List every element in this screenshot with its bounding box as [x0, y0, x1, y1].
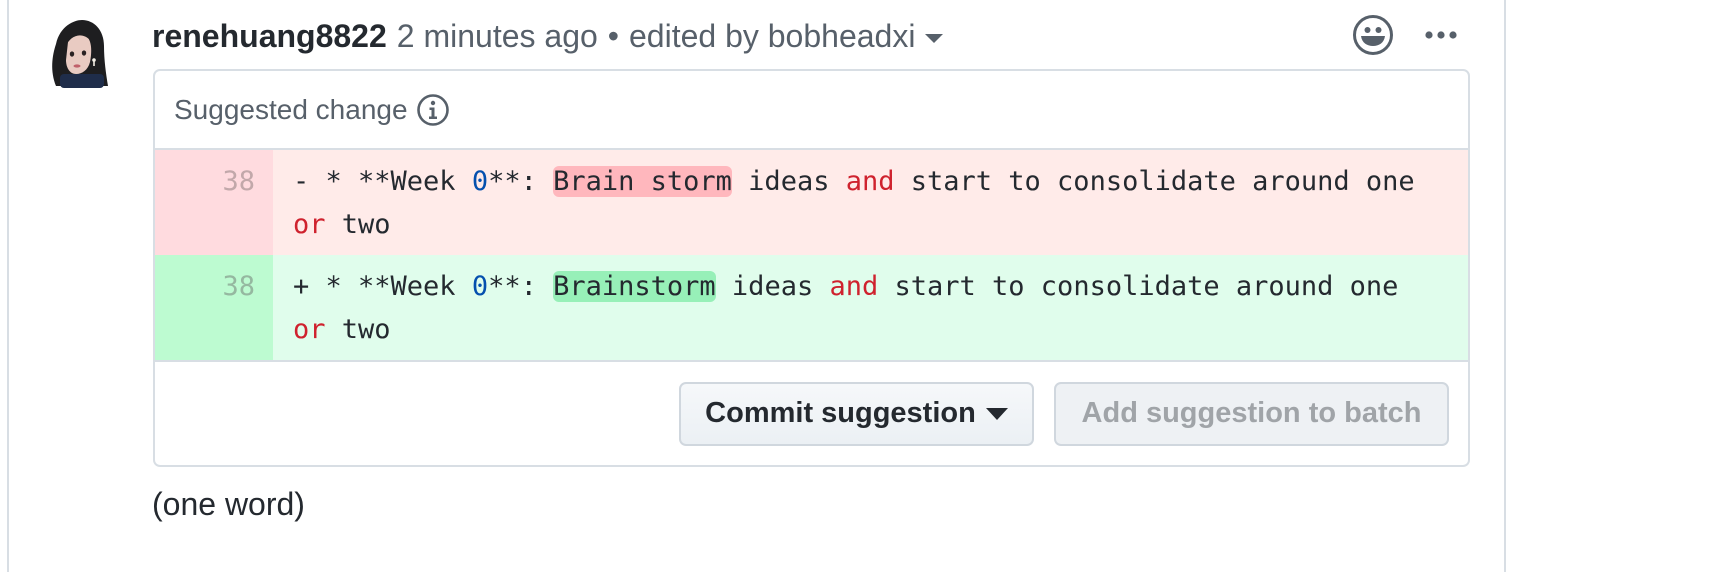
code-keyword: or — [293, 314, 326, 345]
suggested-change-box: Suggested change 38 - * **Week 0**: Brai… — [153, 69, 1470, 467]
line-number[interactable]: 38 — [155, 150, 273, 255]
edited-by-dropdown[interactable]: edited by bobheadxi — [628, 17, 944, 55]
code-text: start to consolidate around one — [878, 271, 1415, 302]
deleted-word-highlight: Brain storm — [553, 166, 732, 197]
add-reaction-button[interactable] — [1350, 12, 1396, 58]
add-to-batch-label: Add suggestion to batch — [1081, 397, 1422, 429]
code-text: two — [325, 209, 391, 240]
comment-header: renehuang8822 2 minutes ago • edited by … — [152, 14, 944, 58]
code-text: + * **Week — [293, 271, 472, 302]
code-number-token: 0 — [471, 271, 489, 302]
code-keyword: and — [845, 166, 895, 197]
commit-suggestion-label: Commit suggestion — [705, 397, 976, 429]
edited-by-label: edited by bobheadxi — [628, 17, 916, 54]
code-text: ideas — [731, 166, 846, 197]
timeline-border-left — [7, 0, 9, 572]
code-text: start to consolidate around one — [894, 166, 1431, 197]
added-word-highlight: Brainstorm — [553, 271, 716, 302]
code-text: two — [325, 314, 391, 345]
comment-timestamp[interactable]: 2 minutes ago — [397, 18, 598, 55]
line-number[interactable]: 38 — [155, 255, 273, 360]
suggested-change-title: Suggested change — [174, 93, 408, 125]
code-number-token: 0 — [471, 166, 489, 197]
more-options-button[interactable] — [1418, 12, 1464, 58]
separator-dot: • — [607, 17, 619, 54]
code-text: **: — [488, 271, 554, 302]
code-text: ideas — [715, 271, 830, 302]
diff-row-addition: 38 + * **Week 0**: Brainstorm ideas and … — [155, 255, 1468, 360]
author-avatar[interactable] — [46, 16, 112, 88]
info-icon[interactable] — [416, 93, 450, 127]
kebab-horizontal-icon — [1425, 31, 1457, 39]
triangle-down-icon — [985, 407, 1008, 420]
diff-code-deletion: - * **Week 0**: Brain storm ideas and st… — [273, 150, 1468, 255]
add-suggestion-to-batch-button[interactable]: Add suggestion to batch — [1054, 381, 1449, 446]
timeline-border-right — [1504, 0, 1506, 572]
comment-body-text: (one word) — [152, 486, 305, 522]
triangle-down-icon — [925, 33, 944, 43]
code-keyword: or — [293, 209, 326, 240]
suggestion-actions: Commit suggestion Add suggestion to batc… — [155, 360, 1468, 465]
commit-suggestion-button[interactable]: Commit suggestion — [679, 381, 1034, 446]
comment-actions — [1350, 12, 1464, 58]
author-name[interactable]: renehuang8822 — [152, 18, 387, 55]
suggested-change-header: Suggested change — [155, 71, 1468, 150]
diff-row-deletion: 38 - * **Week 0**: Brain storm ideas and… — [155, 150, 1468, 255]
diff-code-addition: + * **Week 0**: Brainstorm ideas and sta… — [273, 255, 1468, 360]
code-text: - * **Week — [293, 166, 472, 197]
code-text: **: — [488, 166, 554, 197]
code-keyword: and — [829, 271, 879, 302]
smiley-icon — [1353, 15, 1393, 55]
